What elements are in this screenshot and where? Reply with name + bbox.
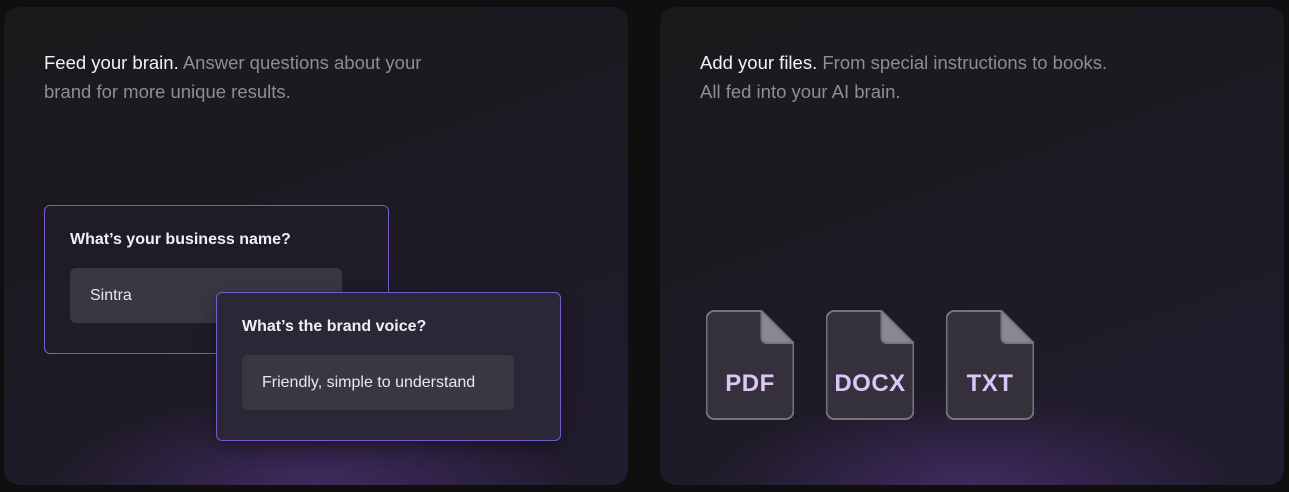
add-files-card: Add your files. From special instruction…	[660, 7, 1284, 485]
brand-voice-label: What’s the brand voice?	[242, 318, 427, 335]
txt-file[interactable]: TXT	[946, 310, 1034, 420]
feed-brain-card: Feed your brain. Answer questions about …	[4, 7, 628, 485]
document-icon	[826, 310, 914, 420]
document-icon	[706, 310, 794, 420]
docx-file-label: DOCX	[834, 370, 906, 397]
feed-brain-heading: Feed your brain. Answer questions about …	[44, 48, 464, 106]
feed-brain-heading-lead: Feed your brain.	[44, 52, 179, 73]
add-files-heading: Add your files. From special instruction…	[700, 48, 1120, 106]
txt-file-label: TXT	[966, 370, 1014, 397]
business-name-label: What’s your business name?	[70, 231, 291, 248]
add-files-heading-lead: Add your files.	[700, 52, 818, 73]
docx-file[interactable]: DOCX	[826, 310, 914, 420]
brand-voice-input[interactable]: Friendly, simple to understand	[242, 355, 514, 410]
pdf-file-label: PDF	[725, 370, 775, 397]
pdf-file[interactable]: PDF	[706, 310, 794, 420]
document-icon	[946, 310, 1034, 420]
brand-voice-question-card: What’s the brand voice? Friendly, simple…	[216, 292, 561, 441]
